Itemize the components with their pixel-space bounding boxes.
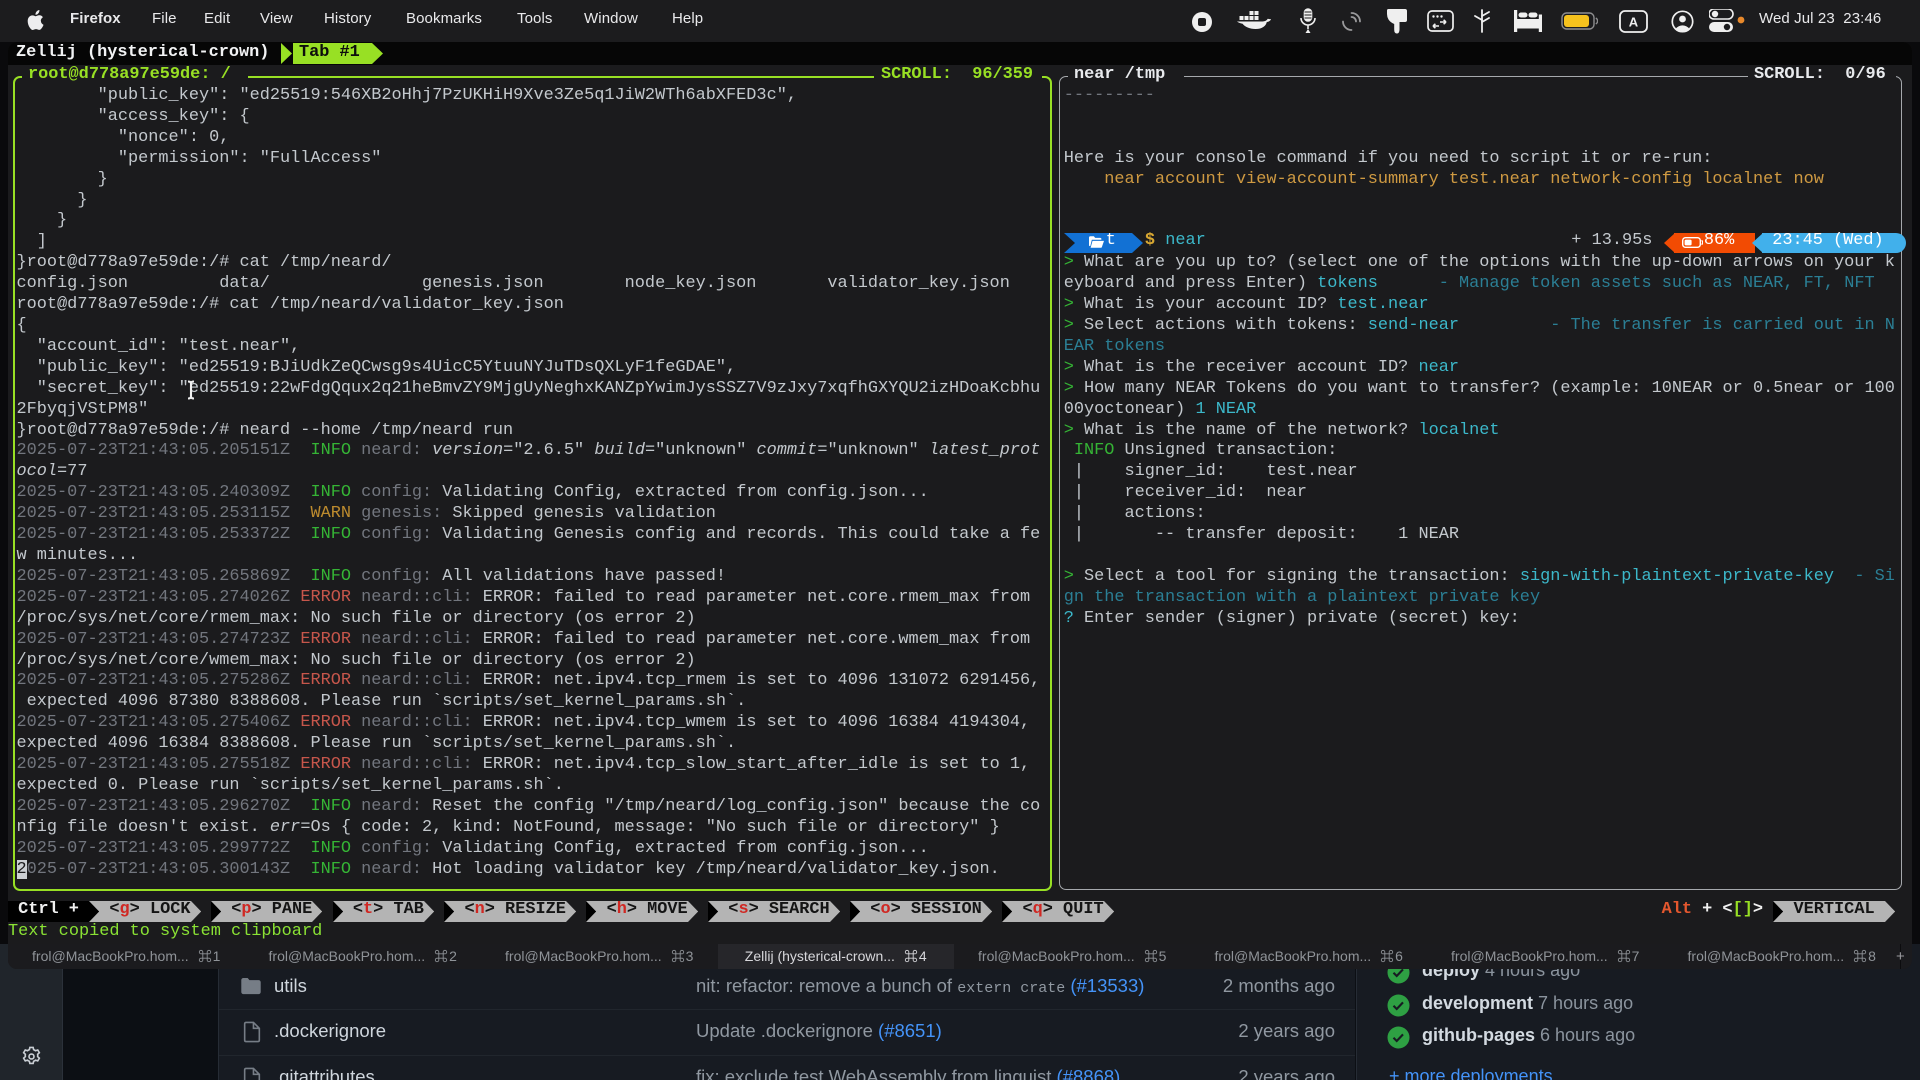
svg-text:A: A — [1629, 15, 1639, 30]
